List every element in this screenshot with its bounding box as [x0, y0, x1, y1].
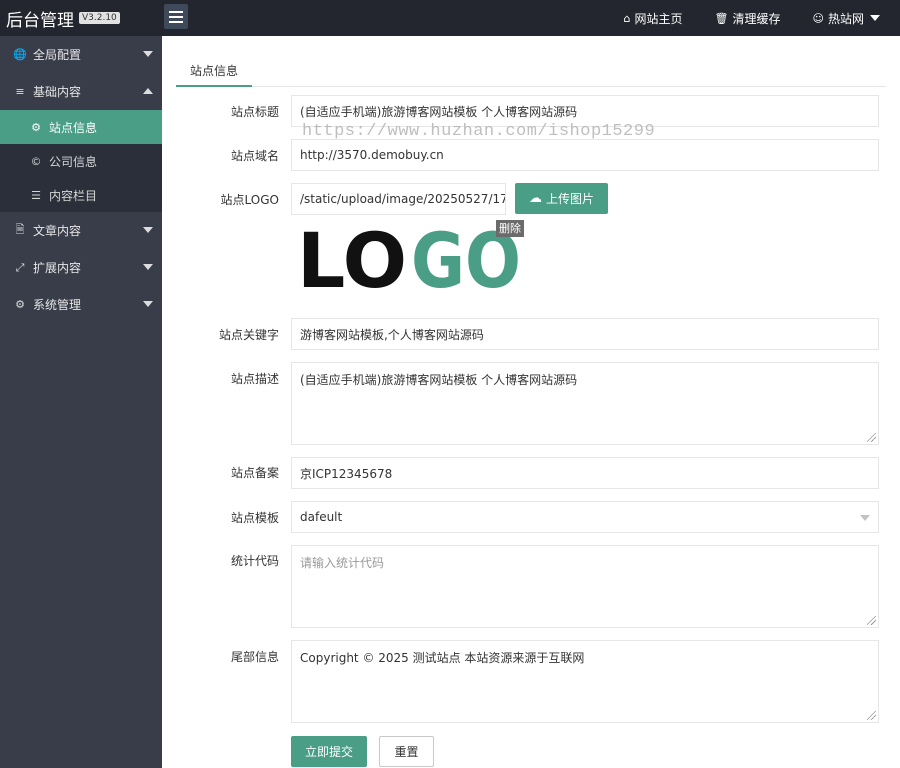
user-name: 热站网 — [827, 11, 864, 26]
resize-grip-icon[interactable] — [867, 616, 876, 625]
chevron-down-icon — [860, 515, 870, 521]
site-keywords-input[interactable]: 游博客网站模板,个人博客网站源码 — [291, 318, 879, 350]
cloud-upload-icon: ☁ — [528, 191, 542, 206]
user-menu[interactable]: ☺ 热站网 — [813, 10, 880, 27]
chevron-up-icon — [143, 88, 153, 94]
sidebar-item-article-content[interactable]: 🗎 文章内容 — [0, 212, 162, 249]
sidebar-item-label: 系统管理 — [33, 298, 82, 312]
main-content: 站点信息 站点标题 (自适应手机端)旅游博客网站模板 个人博客网站源码 http… — [162, 36, 900, 768]
hamburger-icon — [169, 10, 183, 13]
site-icp-label: 站点备案 — [230, 466, 279, 480]
sidebar-item-system-management[interactable]: ⚙ 系统管理 — [0, 286, 162, 323]
site-domain-input[interactable]: http://3570.demobuy.cn — [291, 139, 879, 171]
reset-button[interactable]: 重置 — [379, 736, 434, 767]
sidebar: 🌐 全局配置 ≡ 基础内容 ⚙ 站点信息 © 公司信息 ☰ 内容栏目 🗎 文章内… — [0, 36, 162, 768]
tab-site-info[interactable]: 站点信息 — [176, 57, 252, 87]
stats-code-label: 统计代码 — [230, 554, 279, 568]
clear-cache-link[interactable]: 🗑 清理缓存 — [715, 10, 781, 27]
chevron-down-icon — [143, 227, 153, 233]
home-icon: ⌂ — [623, 11, 631, 25]
upload-image-button[interactable]: ☁ 上传图片 — [515, 183, 608, 214]
expand-icon: ⤢ — [15, 260, 25, 274]
user-icon: ☺ — [812, 11, 824, 25]
logo-preview-image: LO GO — [297, 223, 521, 293]
top-right-nav: ⌂ 网站主页 🗑 清理缓存 ☺ 热站网 — [624, 0, 900, 36]
site-logo-input[interactable]: /static/upload/image/20250527/174833 — [291, 183, 506, 215]
site-template-label: 站点模板 — [230, 511, 279, 525]
hamburger-icon-bar — [169, 20, 183, 23]
sidebar-subitem-label: 公司信息 — [49, 154, 98, 169]
site-title-label: 站点标题 — [230, 105, 279, 119]
clear-cache-label: 清理缓存 — [732, 11, 781, 26]
sidebar-item-label: 文章内容 — [33, 224, 82, 238]
sidebar-item-global-config[interactable]: 🌐 全局配置 — [0, 36, 162, 73]
home-link[interactable]: ⌂ 网站主页 — [624, 10, 683, 27]
document-icon: 🗎 — [15, 223, 25, 236]
sidebar-item-extended-content[interactable]: ⤢ 扩展内容 — [0, 249, 162, 286]
trash-icon: 🗑 — [714, 11, 729, 25]
hamburger-icon-bar — [169, 15, 183, 18]
copyright-icon: © — [30, 154, 42, 168]
stats-code-placeholder: 请输入统计代码 — [300, 556, 385, 570]
site-description-textarea[interactable]: (自适应手机端)旅游博客网站模板 个人博客网站源码 — [291, 362, 879, 445]
chevron-down-icon — [870, 15, 880, 21]
sidebar-item-label: 扩展内容 — [33, 261, 82, 275]
chevron-down-icon — [143, 51, 153, 57]
brand: 后台管理 V3.2.10 — [0, 0, 162, 36]
top-bar: 后台管理 V3.2.10 ⌂ 网站主页 🗑 清理缓存 ☺ 热站网 — [0, 0, 900, 36]
sliders-icon: ≡ — [15, 85, 25, 98]
site-icp-input[interactable]: 京ICP12345678 — [291, 457, 879, 489]
chevron-down-icon — [143, 301, 153, 307]
site-template-select[interactable]: dafeult — [291, 501, 879, 533]
tab-bar: 站点信息 — [176, 57, 886, 87]
resize-grip-icon[interactable] — [867, 711, 876, 720]
resize-grip-icon[interactable] — [867, 433, 876, 442]
gear-icon: ⚙ — [31, 120, 41, 134]
sidebar-item-label: 基础内容 — [33, 85, 82, 99]
gear-icon: ⚙ — [15, 298, 25, 311]
chevron-down-icon — [143, 264, 153, 270]
site-template-value: dafeult — [300, 510, 343, 524]
site-keywords-label: 站点关键字 — [218, 328, 279, 342]
logo-preview-left: LO — [297, 223, 407, 293]
stats-code-textarea[interactable]: 请输入统计代码 — [291, 545, 879, 628]
sidebar-item-basic-content[interactable]: ≡ 基础内容 — [0, 73, 162, 110]
site-description-text: (自适应手机端)旅游博客网站模板 个人博客网站源码 — [300, 373, 578, 387]
sidebar-item-label: 全局配置 — [33, 48, 82, 62]
sidebar-subitem-label: 内容栏目 — [49, 188, 98, 203]
sidebar-subitem-label: 站点信息 — [49, 120, 98, 135]
list-icon: ☰ — [31, 188, 41, 202]
footer-info-text: Copyright © 2025 测试站点 本站资源来源于互联网 — [300, 651, 585, 665]
footer-info-label: 尾部信息 — [230, 650, 279, 664]
site-domain-label: 站点域名 — [230, 149, 279, 163]
sidebar-submenu: ⚙ 站点信息 © 公司信息 ☰ 内容栏目 — [0, 110, 162, 212]
home-link-label: 网站主页 — [634, 11, 683, 26]
sidebar-subitem-content-columns[interactable]: ☰ 内容栏目 — [0, 178, 162, 212]
sidebar-subitem-site-info[interactable]: ⚙ 站点信息 — [0, 110, 162, 144]
brand-title: 后台管理 — [6, 10, 74, 31]
sidebar-subitem-company-info[interactable]: © 公司信息 — [0, 144, 162, 178]
submit-button[interactable]: 立即提交 — [291, 736, 367, 767]
globe-icon: 🌐 — [13, 48, 27, 61]
site-logo-label: 站点LOGO — [220, 193, 279, 207]
site-title-input[interactable]: (自适应手机端)旅游博客网站模板 个人博客网站源码 — [291, 95, 879, 127]
version-badge: V3.2.10 — [79, 12, 120, 24]
menu-toggle-button[interactable] — [164, 4, 188, 29]
footer-info-textarea[interactable]: Copyright © 2025 测试站点 本站资源来源于互联网 — [291, 640, 879, 723]
upload-image-label: 上传图片 — [545, 192, 594, 206]
delete-logo-button[interactable]: 删除 — [496, 220, 524, 237]
site-description-label: 站点描述 — [230, 372, 279, 386]
